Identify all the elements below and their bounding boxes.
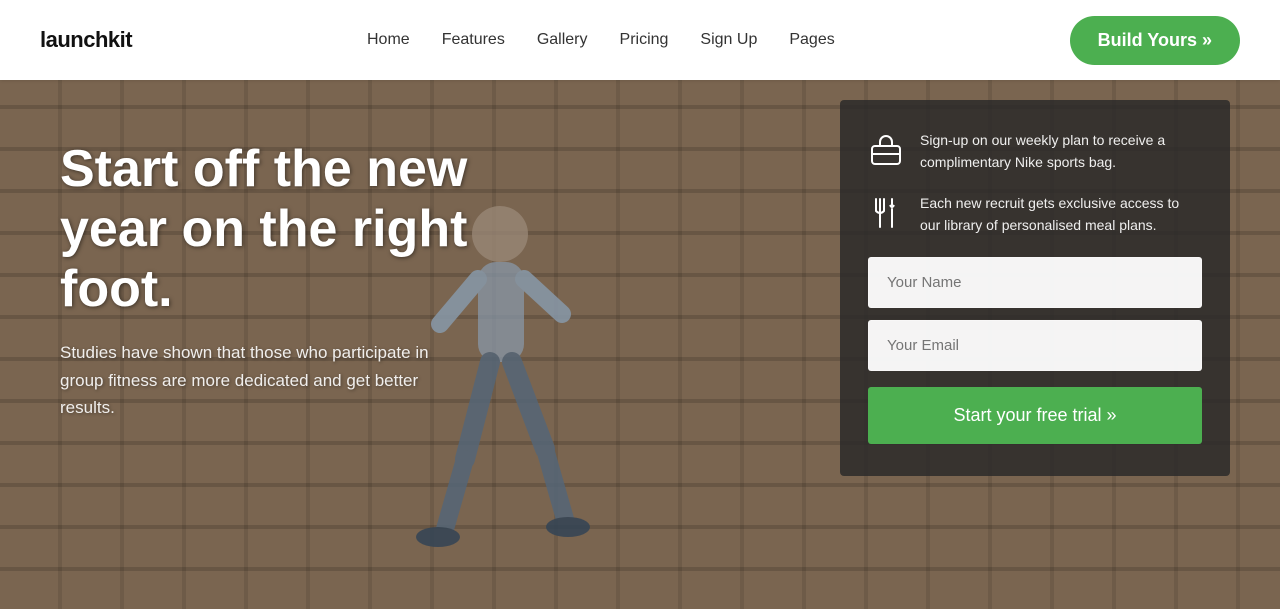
feature-text-bag: Sign-up on our weekly plan to receive a … [920, 130, 1202, 173]
form-panel: Sign-up on our weekly plan to receive a … [840, 100, 1230, 476]
feature-row-bag: Sign-up on our weekly plan to receive a … [868, 130, 1202, 173]
submit-button[interactable]: Start your free trial » [868, 387, 1202, 444]
email-input[interactable] [868, 320, 1202, 371]
nav-signup[interactable]: Sign Up [700, 31, 757, 49]
hero-content: Start off the new year on the right foot… [60, 140, 540, 421]
fork-icon [868, 195, 904, 231]
header: launchkit Home Features Gallery Pricing … [0, 0, 1280, 80]
logo: launchkit [40, 27, 132, 53]
feature-row-meal: Each new recruit gets exclusive access t… [868, 193, 1202, 236]
nav: Home Features Gallery Pricing Sign Up Pa… [367, 31, 835, 49]
hero-subtitle: Studies have shown that those who partic… [60, 339, 440, 421]
feature-text-meal: Each new recruit gets exclusive access t… [920, 193, 1202, 236]
name-input[interactable] [868, 257, 1202, 308]
nav-pages[interactable]: Pages [789, 31, 834, 49]
nav-home[interactable]: Home [367, 31, 410, 49]
build-yours-button[interactable]: Build Yours » [1070, 16, 1240, 65]
nav-pricing[interactable]: Pricing [620, 31, 669, 49]
nav-gallery[interactable]: Gallery [537, 31, 588, 49]
hero-title: Start off the new year on the right foot… [60, 140, 540, 319]
nav-features[interactable]: Features [442, 31, 505, 49]
bag-icon [868, 132, 904, 168]
hero-section: Start off the new year on the right foot… [0, 80, 1280, 609]
